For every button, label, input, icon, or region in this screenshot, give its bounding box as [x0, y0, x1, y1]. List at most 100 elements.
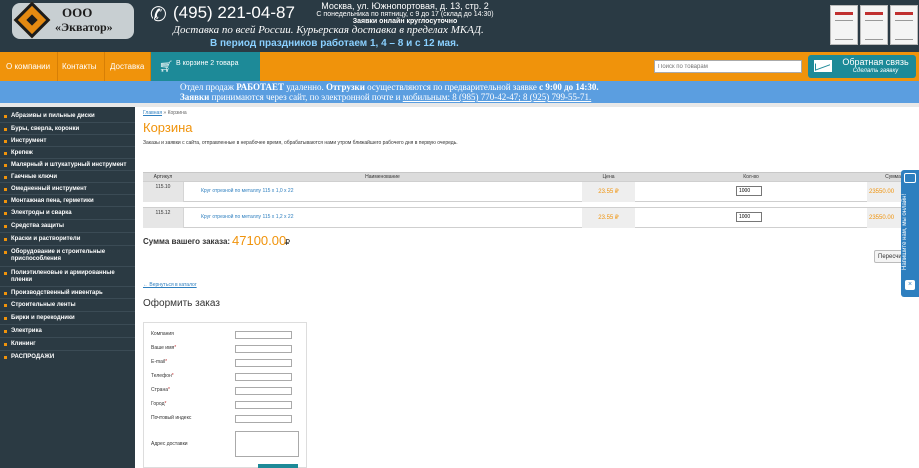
notice-text: принимаются через сайт, по электронной п…: [209, 92, 403, 102]
order-total-currency: ₽: [285, 238, 291, 247]
notice-line-2: Заявки принимаются через сайт, по электр…: [180, 92, 591, 102]
sidebar-item-label: Абразивы и пильные диски: [11, 113, 95, 119]
breadcrumb-home[interactable]: Главная: [143, 110, 162, 116]
nav-item-about[interactable]: О компании: [2, 52, 54, 81]
sidebar-item-protection[interactable]: Средства защиты: [0, 220, 135, 233]
page-title: Корзина: [143, 120, 193, 135]
sidebar-item-tags[interactable]: Бирки и перекодники: [0, 312, 135, 325]
bullet-icon: [4, 251, 7, 254]
sidebar-item-drills[interactable]: Буры, сверла, коронки: [0, 123, 135, 135]
sidebar-item-cleaning[interactable]: Клининг: [0, 338, 135, 351]
required-mark: *: [168, 387, 170, 393]
notice-text: удаленно.: [284, 82, 326, 92]
sidebar-item-welding[interactable]: Электроды и сварка: [0, 207, 135, 220]
cart-label: В корзине 2 товара: [176, 60, 239, 67]
phone-field[interactable]: [235, 373, 292, 381]
cart-intro-text: Заказы и заявки с сайта, отправленные в …: [143, 140, 458, 146]
certificate-image[interactable]: [860, 5, 888, 45]
header-online: Заявки онлайн круглосуточно: [352, 18, 458, 25]
logo-ooo: ООО: [62, 5, 93, 20]
back-to-catalog-link[interactable]: ← Вернуться в каталог: [143, 282, 197, 288]
company-logo[interactable]: ООО «Экватор»: [12, 1, 134, 39]
sidebar-item-label: Малярный и штукатурный инструмент: [11, 162, 127, 168]
column-header-price: Цена: [602, 174, 615, 180]
sidebar-item-label: Инструмент: [11, 138, 47, 144]
site-header: ООО «Экватор» ✆ (495) 221-04-87 Доставка…: [0, 0, 919, 52]
column-header-name: Наименование: [365, 174, 400, 180]
sidebar-item-inventory[interactable]: Производственный инвентарь: [0, 287, 135, 299]
sidebar-item-tapes[interactable]: Строительные ленты: [0, 299, 135, 312]
bullet-icon: [4, 272, 7, 275]
header-phone[interactable]: (495) 221-04-87: [173, 3, 295, 23]
field-label-phone: Телефон*: [151, 373, 174, 379]
bullet-icon: [4, 188, 7, 191]
sidebar-item-label: Гаечные ключи: [11, 174, 58, 180]
certificate-image[interactable]: [890, 5, 918, 45]
feedback-subtitle: Сделать заявку: [852, 68, 899, 74]
row-qty-input[interactable]: [736, 186, 762, 196]
sidebar-item-wrenches[interactable]: Гаечные ключи: [0, 171, 135, 183]
sidebar-item-films[interactable]: Полиэтиленовые и армированные пленки: [0, 267, 135, 287]
label-text: Почтовый индекс: [151, 415, 192, 421]
sidebar-item-paints[interactable]: Краски и растворители: [0, 233, 135, 246]
cart-icon: 🛒︎: [159, 61, 173, 73]
search-input[interactable]: [654, 60, 802, 73]
sidebar-item-sale[interactable]: РАСПРОДАЖИ: [0, 351, 135, 364]
row-product-link[interactable]: Круг отрезной по металлу 115 х 1,0 х 22: [201, 188, 294, 194]
sidebar-item-fasteners[interactable]: Крепеж: [0, 147, 135, 159]
notice-line-1: Отдел продаж РАБОТАЕТ удаленно. Отгрузки…: [180, 82, 599, 92]
required-mark: *: [165, 359, 168, 365]
nav-item-contacts[interactable]: Контакты: [58, 52, 101, 81]
required-mark: *: [171, 373, 174, 379]
sidebar-item-label: Электроды и сварка: [11, 210, 72, 216]
sidebar-item-abrasives[interactable]: Абразивы и пильные диски: [0, 110, 135, 123]
certificates: [830, 5, 918, 45]
notice-mobile-link[interactable]: мобильным: 8 (985) 770-42-47; 8 (925) 79…: [403, 92, 591, 102]
name-field[interactable]: [235, 345, 292, 353]
chat-tab[interactable]: Напишите нам, мы онлайн! ×: [901, 170, 919, 297]
bullet-icon: [4, 225, 7, 228]
feedback-button[interactable]: Обратная связь Сделать заявку: [808, 55, 916, 78]
envelope-icon: [814, 60, 832, 72]
row-price: 23.55 ₽: [582, 208, 635, 228]
cell-divider: [183, 208, 184, 228]
sidebar-item-label: Крепеж: [11, 150, 33, 156]
feedback-title: Обратная связь: [842, 57, 909, 67]
row-product-link[interactable]: Круг отрезной по металлу 115 х 1,2 х 22: [201, 214, 294, 220]
field-label-name: Ваше имя*: [151, 345, 176, 351]
label-text: Страна: [151, 387, 169, 393]
sidebar-item-equipment[interactable]: Оборудование и строительные приспособлен…: [0, 246, 135, 267]
nav-item-delivery[interactable]: Доставка: [106, 52, 148, 81]
sidebar-item-electrics[interactable]: Электрика: [0, 325, 135, 338]
bullet-icon: [4, 343, 7, 346]
country-field[interactable]: [235, 387, 292, 395]
field-label-postcode: Почтовый индекс: [151, 415, 191, 421]
notice-strong: с 9:00 до 14:30.: [539, 82, 599, 92]
notice-strong: Отгрузки: [326, 82, 365, 92]
address-textarea[interactable]: [235, 431, 299, 457]
required-mark: *: [174, 345, 177, 351]
label-text: Город: [151, 401, 165, 407]
postcode-field[interactable]: [235, 415, 292, 423]
certificate-image[interactable]: [830, 5, 858, 45]
bullet-icon: [4, 152, 7, 155]
row-qty-input[interactable]: [736, 212, 762, 222]
sidebar-item-tools[interactable]: Инструмент: [0, 135, 135, 147]
sidebar-item-label: Клининг: [11, 341, 36, 347]
field-label-city: Город*: [151, 401, 166, 407]
sidebar-item-copper-tools[interactable]: Омедненный инструмент: [0, 183, 135, 195]
email-field[interactable]: [235, 359, 292, 367]
sidebar-item-label: Электрика: [11, 328, 42, 334]
cart-button[interactable]: 🛒︎ В корзине 2 товара: [151, 52, 260, 81]
sidebar-item-painting[interactable]: Малярный и штукатурный инструмент: [0, 159, 135, 171]
submit-order-button[interactable]: [258, 464, 298, 468]
chat-close-icon[interactable]: ×: [905, 280, 915, 290]
field-label-company: Компания: [151, 331, 174, 337]
logo-name: «Экватор»: [55, 20, 113, 34]
sidebar-item-label: Строительные ленты: [11, 302, 76, 308]
city-field[interactable]: [235, 401, 292, 409]
column-header-qty: Кол-во: [743, 174, 759, 180]
sidebar-item-foam[interactable]: Монтажная пена, герметики: [0, 195, 135, 207]
company-field[interactable]: [235, 331, 292, 339]
bullet-icon: [4, 238, 7, 241]
